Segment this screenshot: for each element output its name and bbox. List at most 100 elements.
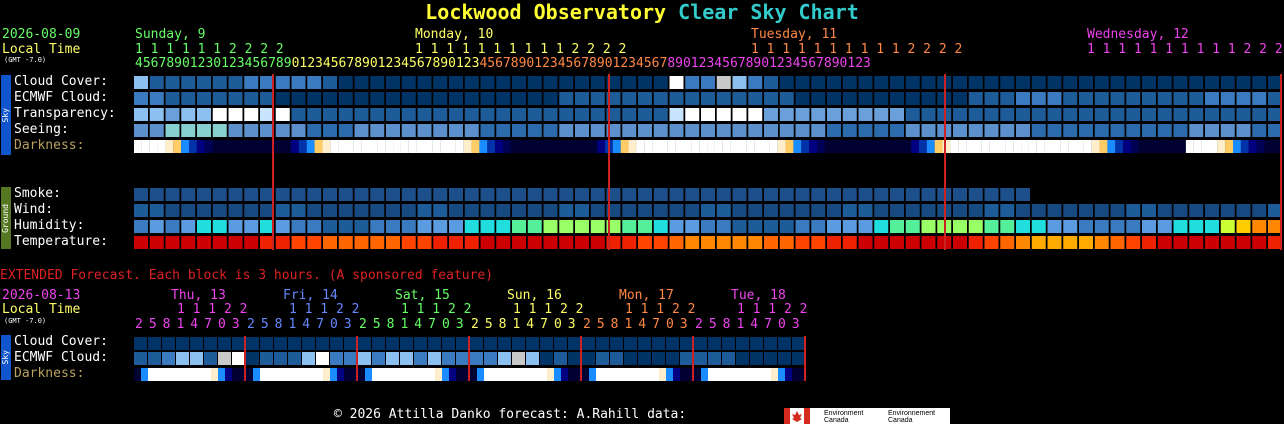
ecmwf-block [307,92,322,105]
ext-ecmwf-block [554,352,567,365]
transparency-block [716,108,731,121]
temperature-block [480,236,495,249]
ext-darkness-block [176,368,183,381]
transparency-block [134,108,148,121]
ext-ecmwf-block [134,352,147,365]
wind-block [323,204,337,217]
temperature-block [921,236,936,249]
darkness-block [534,140,543,153]
ecmwf-block [1142,92,1156,105]
seeing-block [590,124,605,137]
ecmwf-block [559,92,574,105]
ext-darkness-block [379,368,386,381]
darkness-block [628,140,637,153]
darkness-block [1138,140,1147,153]
darkness-block [1256,140,1265,153]
darkness-block [966,140,974,153]
ext-ecmwf-block [694,352,707,365]
humidity-block [953,220,967,233]
cloud-cover-block [638,76,652,89]
darkness-block [1052,140,1061,153]
ext-darkness-block [435,368,442,381]
ecmwf-block [480,92,495,105]
wind-block [512,204,526,217]
temperature-block [874,236,889,249]
darkness-block [502,140,511,153]
ext-ecmwf-block [218,352,231,365]
transparency-block [496,108,511,121]
transparency-block [953,108,967,121]
wind-block [638,204,652,217]
darkness-block [691,140,700,153]
darkness-block [871,140,880,153]
ext-cloud-block [274,337,287,350]
darkness-block [188,140,197,153]
ext-ecmwf-block [736,352,749,365]
transparency-block [512,108,526,121]
ecmwf-block [748,92,763,105]
smoke-block [165,188,180,201]
ext-darkness-block [547,368,554,381]
temperature-block [512,236,526,249]
transparency-block [401,108,416,121]
seeing-block [1094,124,1109,137]
cloud-cover-block [905,76,920,89]
smoke-block [622,188,637,201]
ext-ecmwf-block [330,352,343,365]
darkness-block [652,140,660,153]
ext-ecmwf-block [316,352,329,365]
darkness-block [141,140,150,153]
ecmwf-block [1220,92,1235,105]
ext-ecmwf-block [610,352,623,365]
darkness-block [856,140,865,153]
wind-block [1016,204,1030,217]
cloud-cover-block [953,76,967,89]
ext-ecmwf-block [176,352,189,365]
temperature-block [260,236,274,249]
ext-darkness-block [708,368,715,381]
temperature-block [811,236,826,249]
seeing-block [1205,124,1219,137]
temperature-block [622,236,637,249]
seeing-block [1110,124,1125,137]
ext-cloud-block [498,337,511,350]
darkness-block [393,140,401,153]
humidity-block [323,220,337,233]
ext-ecmwf-block [204,352,217,365]
seeing-block [1142,124,1156,137]
ext-cloud-block [330,337,343,350]
humidity-block [181,220,196,233]
seeing-block [386,124,400,137]
seeing-block [748,124,763,137]
temperature-block [1205,236,1219,249]
temperature-block [1079,236,1093,249]
humidity-block [858,220,873,233]
seeing-block [496,124,511,137]
temperature-block [228,236,243,249]
ecmwf-block [905,92,920,105]
darkness-block [542,140,551,153]
seeing-block [984,124,999,137]
smoke-block [386,188,400,201]
ext-ecmwf-block [428,352,441,365]
darkness-block [345,140,354,153]
transparency-block [968,108,983,121]
temperature-block [1142,236,1156,249]
ext-darkness-block [491,368,498,381]
ext-darkness-block [358,368,365,381]
transparency-block [1189,108,1204,121]
environment-canada-logo: Environment Canada Environnement Canada [784,408,950,424]
humidity-block [1000,220,1015,233]
darkness-block [644,140,653,153]
ext-ecmwf-block [232,352,245,365]
ecmwf-block [149,92,164,105]
ecmwf-block [890,92,904,105]
cloud-cover-block [543,76,558,89]
temperature-block [653,236,668,249]
humidity-block [795,220,810,233]
ext-ecmwf-block [246,352,259,365]
ecmwf-block [984,92,999,105]
wind-block [795,204,810,217]
cloud-cover-block [338,76,353,89]
wind-block [1000,204,1015,217]
